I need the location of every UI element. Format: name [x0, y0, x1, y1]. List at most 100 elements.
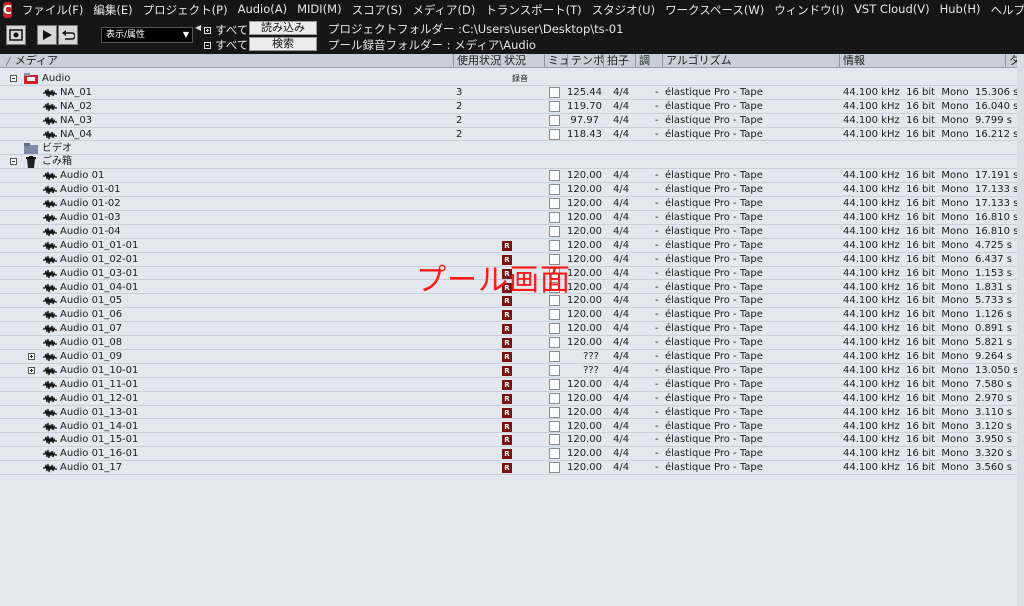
menu-item[interactable]: トランスポート(T): [480, 2, 586, 18]
cubase-logo-icon[interactable]: C: [3, 1, 12, 18]
expand-toggle-icon[interactable]: [28, 353, 35, 360]
column-usage[interactable]: 使用状況: [453, 54, 500, 67]
column-status[interactable]: 状況: [500, 54, 544, 67]
menu-item[interactable]: ワークスペース(W): [660, 2, 769, 18]
column-info[interactable]: 情報: [839, 54, 1005, 67]
algorithm-value[interactable]: élastique Pro - Tape: [665, 281, 763, 294]
menu-item[interactable]: VST Cloud(V): [849, 2, 935, 18]
view-attribute-dropdown[interactable]: 表示/属性 ▼: [101, 27, 193, 43]
file-row[interactable]: Audio 01_07 R 120.00 4/4 - élastique Pro - Ta…: [0, 322, 1024, 337]
musical-mode-checkbox[interactable]: [549, 323, 560, 335]
algorithm-value[interactable]: élastique Pro - Tape: [665, 406, 763, 419]
file-row[interactable]: Audio 01_12-01 R 120.00 4/4 - élastique Pro -…: [0, 392, 1024, 406]
algorithm-value[interactable]: élastique Pro - Tape: [665, 322, 763, 335]
expand-toggle-icon[interactable]: [28, 366, 35, 374]
algorithm-value[interactable]: élastique Pro - Tape: [665, 211, 763, 224]
musical-mode-checkbox[interactable]: [549, 434, 560, 446]
musical-mode-checkbox[interactable]: [549, 337, 560, 349]
file-row[interactable]: Audio 01_09 R??? 4/4 - élastique Pro - Tape 4…: [0, 350, 1024, 364]
vertical-scrollbar[interactable]: [1017, 54, 1024, 606]
algorithm-value[interactable]: élastique Pro - Tape: [665, 392, 763, 405]
column-tempo[interactable]: テンポ: [567, 54, 603, 67]
musical-mode-checkbox[interactable]: [549, 420, 560, 432]
algorithm-value[interactable]: élastique Pro - Tape: [665, 183, 763, 196]
algorithm-value[interactable]: élastique Pro - Tape: [665, 100, 763, 113]
musical-mode-checkbox[interactable]: [549, 114, 560, 126]
collapse-all-toggle[interactable]: すべて: [204, 37, 248, 53]
musical-mode-checkbox[interactable]: [549, 309, 560, 321]
collapse-toggle-icon[interactable]: [10, 75, 17, 82]
algorithm-value[interactable]: élastique Pro - Tape: [665, 364, 763, 377]
file-row[interactable]: Audio 01_14-01 R 120.00 4/4 - élastique Pro -…: [0, 420, 1024, 434]
algorithm-value[interactable]: élastique Pro - Tape: [665, 447, 763, 460]
musical-mode-checkbox[interactable]: [549, 170, 560, 182]
file-row[interactable]: Audio 01-04 120.00 4/4 - élastique Pro - Tap…: [0, 225, 1024, 239]
file-row[interactable]: Audio 01-03 120.00 4/4 - élastique Pro - Tap…: [0, 211, 1024, 225]
file-row[interactable]: Audio 01_17 R 120.00 4/4 - élastique Pro - Ta…: [0, 461, 1024, 476]
file-row[interactable]: Audio 01_08 R 120.00 4/4 - élastique Pro - Ta…: [0, 336, 1024, 350]
musical-mode-checkbox[interactable]: [549, 212, 560, 223]
musical-mode-checkbox[interactable]: [549, 364, 560, 376]
algorithm-value[interactable]: élastique Pro - Tape: [665, 433, 763, 446]
algorithm-value[interactable]: élastique Pro - Tape: [665, 420, 763, 433]
musical-mode-checkbox[interactable]: [549, 100, 560, 112]
play-icon[interactable]: [37, 25, 57, 45]
column-signature[interactable]: 拍子: [603, 54, 635, 67]
file-row[interactable]: Audio 01_16-01 R 120.00 4/4 - élastique Pro -…: [0, 447, 1024, 462]
menu-item[interactable]: Hub(H): [935, 2, 986, 18]
musical-mode-checkbox[interactable]: [549, 239, 560, 251]
algorithm-value[interactable]: élastique Pro - Tape: [665, 336, 763, 349]
file-row[interactable]: Audio 01_06 R 120.00 4/4 - élastique Pro - Ta…: [0, 308, 1024, 323]
column-media[interactable]: ╱ メディア: [0, 54, 453, 67]
column-extra[interactable]: タ: [1005, 54, 1017, 67]
musical-mode-checkbox[interactable]: [549, 462, 560, 474]
menu-item[interactable]: MIDI(M): [292, 2, 346, 18]
menu-item[interactable]: ファイル(F): [17, 2, 89, 18]
menu-item[interactable]: ヘルプ(L): [985, 2, 1024, 18]
file-row[interactable]: NA_02 2 119.70 4/4 - élastique Pro - Tape 44.1…: [0, 100, 1024, 114]
pool-settings-icon[interactable]: [6, 25, 26, 45]
algorithm-value[interactable]: élastique Pro - Tape: [665, 461, 763, 474]
menu-item[interactable]: ウィンドウ(I): [769, 2, 849, 18]
collapse-toggle-icon[interactable]: [10, 158, 17, 166]
algorithm-value[interactable]: élastique Pro - Tape: [665, 267, 763, 280]
folder-row[interactable]: ビデオ: [0, 142, 1024, 156]
column-key[interactable]: 調: [635, 54, 662, 67]
column-mix[interactable]: ミュ: [544, 54, 567, 67]
file-row[interactable]: Audio 01 120.00 4/4 - élastique Pro - Tape 44…: [0, 169, 1024, 184]
file-row[interactable]: NA_03 2 97.97 4/4 - élastique Pro - Tape 44.10…: [0, 114, 1024, 128]
menu-item[interactable]: スタジオ(U): [587, 2, 660, 18]
menu-item[interactable]: 編集(E): [88, 2, 137, 18]
small-arrow-icon[interactable]: ◀: [195, 23, 201, 32]
file-row[interactable]: Audio 01-02 120.00 4/4 - élastique Pro - Tap…: [0, 197, 1024, 211]
musical-mode-checkbox[interactable]: [549, 184, 560, 196]
musical-mode-checkbox[interactable]: [549, 225, 560, 237]
file-row[interactable]: Audio 01_01-01 R 120.00 4/4 - élastique Pro -…: [0, 239, 1024, 253]
algorithm-value[interactable]: élastique Pro - Tape: [665, 239, 763, 252]
file-row[interactable]: Audio 01_15-01 R 120.00 4/4 - élastique Pro -…: [0, 433, 1024, 448]
menu-item[interactable]: Audio(A): [233, 2, 293, 18]
column-algorithm[interactable]: アルゴリズム: [662, 54, 839, 67]
import-button[interactable]: 読み込み: [249, 21, 317, 35]
file-row[interactable]: Audio 01_13-01 R 120.00 4/4 - élastique Pro -…: [0, 406, 1024, 420]
menu-item[interactable]: プロジェクト(P): [138, 2, 233, 18]
file-row[interactable]: NA_04 2 118.43 4/4 - élastique Pro - Tape 44.1…: [0, 128, 1024, 142]
algorithm-value[interactable]: élastique Pro - Tape: [665, 378, 763, 391]
loop-icon[interactable]: [58, 25, 78, 45]
musical-mode-checkbox[interactable]: [549, 406, 560, 418]
folder-row[interactable]: ごみ箱: [0, 155, 1024, 170]
file-row[interactable]: NA_01 3 125.44 4/4 - élastique Pro - Tape 44.1…: [0, 86, 1024, 100]
algorithm-value[interactable]: élastique Pro - Tape: [665, 253, 763, 266]
algorithm-value[interactable]: élastique Pro - Tape: [665, 350, 763, 363]
musical-mode-checkbox[interactable]: [549, 128, 560, 140]
algorithm-value[interactable]: élastique Pro - Tape: [665, 308, 763, 321]
menu-item[interactable]: スコア(S): [347, 2, 408, 18]
musical-mode-checkbox[interactable]: [549, 378, 560, 390]
menu-item[interactable]: メディア(D): [407, 2, 480, 18]
musical-mode-checkbox[interactable]: [549, 86, 560, 98]
musical-mode-checkbox[interactable]: [549, 351, 560, 362]
algorithm-value[interactable]: élastique Pro - Tape: [665, 128, 763, 141]
musical-mode-checkbox[interactable]: [549, 198, 560, 210]
algorithm-value[interactable]: élastique Pro - Tape: [665, 225, 763, 238]
expand-all-toggle[interactable]: すべて: [204, 22, 248, 38]
